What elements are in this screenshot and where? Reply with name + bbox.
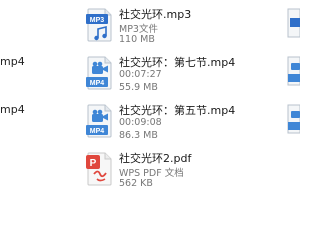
pdf-icon: P xyxy=(86,152,112,186)
partial-file-icon[interactable] xyxy=(286,8,300,38)
file-name: 社交光环：第五节.mp4 xyxy=(119,104,236,117)
file-name: 社交光环.mp3 xyxy=(119,8,192,21)
partial-filename-left-2[interactable]: mp4 xyxy=(0,103,25,116)
svg-text:MP3: MP3 xyxy=(90,17,105,24)
partial-filename-left-1[interactable]: mp4 xyxy=(0,55,25,68)
file-size: 110 MB xyxy=(119,34,155,45)
file-type: WPS PDF 文档 xyxy=(119,168,184,179)
file-item-mp4-7[interactable]: MP4 社交光环：第七节.mp4 00:07:27 55.9 MB xyxy=(86,52,286,96)
video-icon: MP4 xyxy=(86,56,112,90)
file-duration: 00:07:27 xyxy=(119,69,162,80)
file-item-mp4-5[interactable]: MP4 社交光环：第五节.mp4 00:09:08 86.3 MB xyxy=(86,100,286,144)
file-size: 562 KB xyxy=(119,178,153,189)
file-item-pdf[interactable]: P 社交光环2.pdf WPS PDF 文档 562 KB xyxy=(86,148,286,192)
svg-text:P: P xyxy=(90,158,97,169)
svg-text:MP4: MP4 xyxy=(90,128,105,135)
audio-icon: MP3 xyxy=(86,8,112,42)
partial-video-icon[interactable] xyxy=(286,56,300,86)
file-duration: 00:09:08 xyxy=(119,117,162,128)
video-icon: MP4 xyxy=(86,104,112,138)
file-size: 86.3 MB xyxy=(119,130,158,141)
file-size: 55.9 MB xyxy=(119,82,158,93)
file-name: 社交光环2.pdf xyxy=(119,152,192,165)
partial-video-icon[interactable] xyxy=(286,104,300,134)
file-type: MP3文件 xyxy=(119,24,158,35)
file-item-mp3[interactable]: MP3 社交光环.mp3 MP3文件 110 MB xyxy=(86,4,286,48)
svg-text:MP4: MP4 xyxy=(90,80,105,87)
file-name: 社交光环：第七节.mp4 xyxy=(119,56,236,69)
